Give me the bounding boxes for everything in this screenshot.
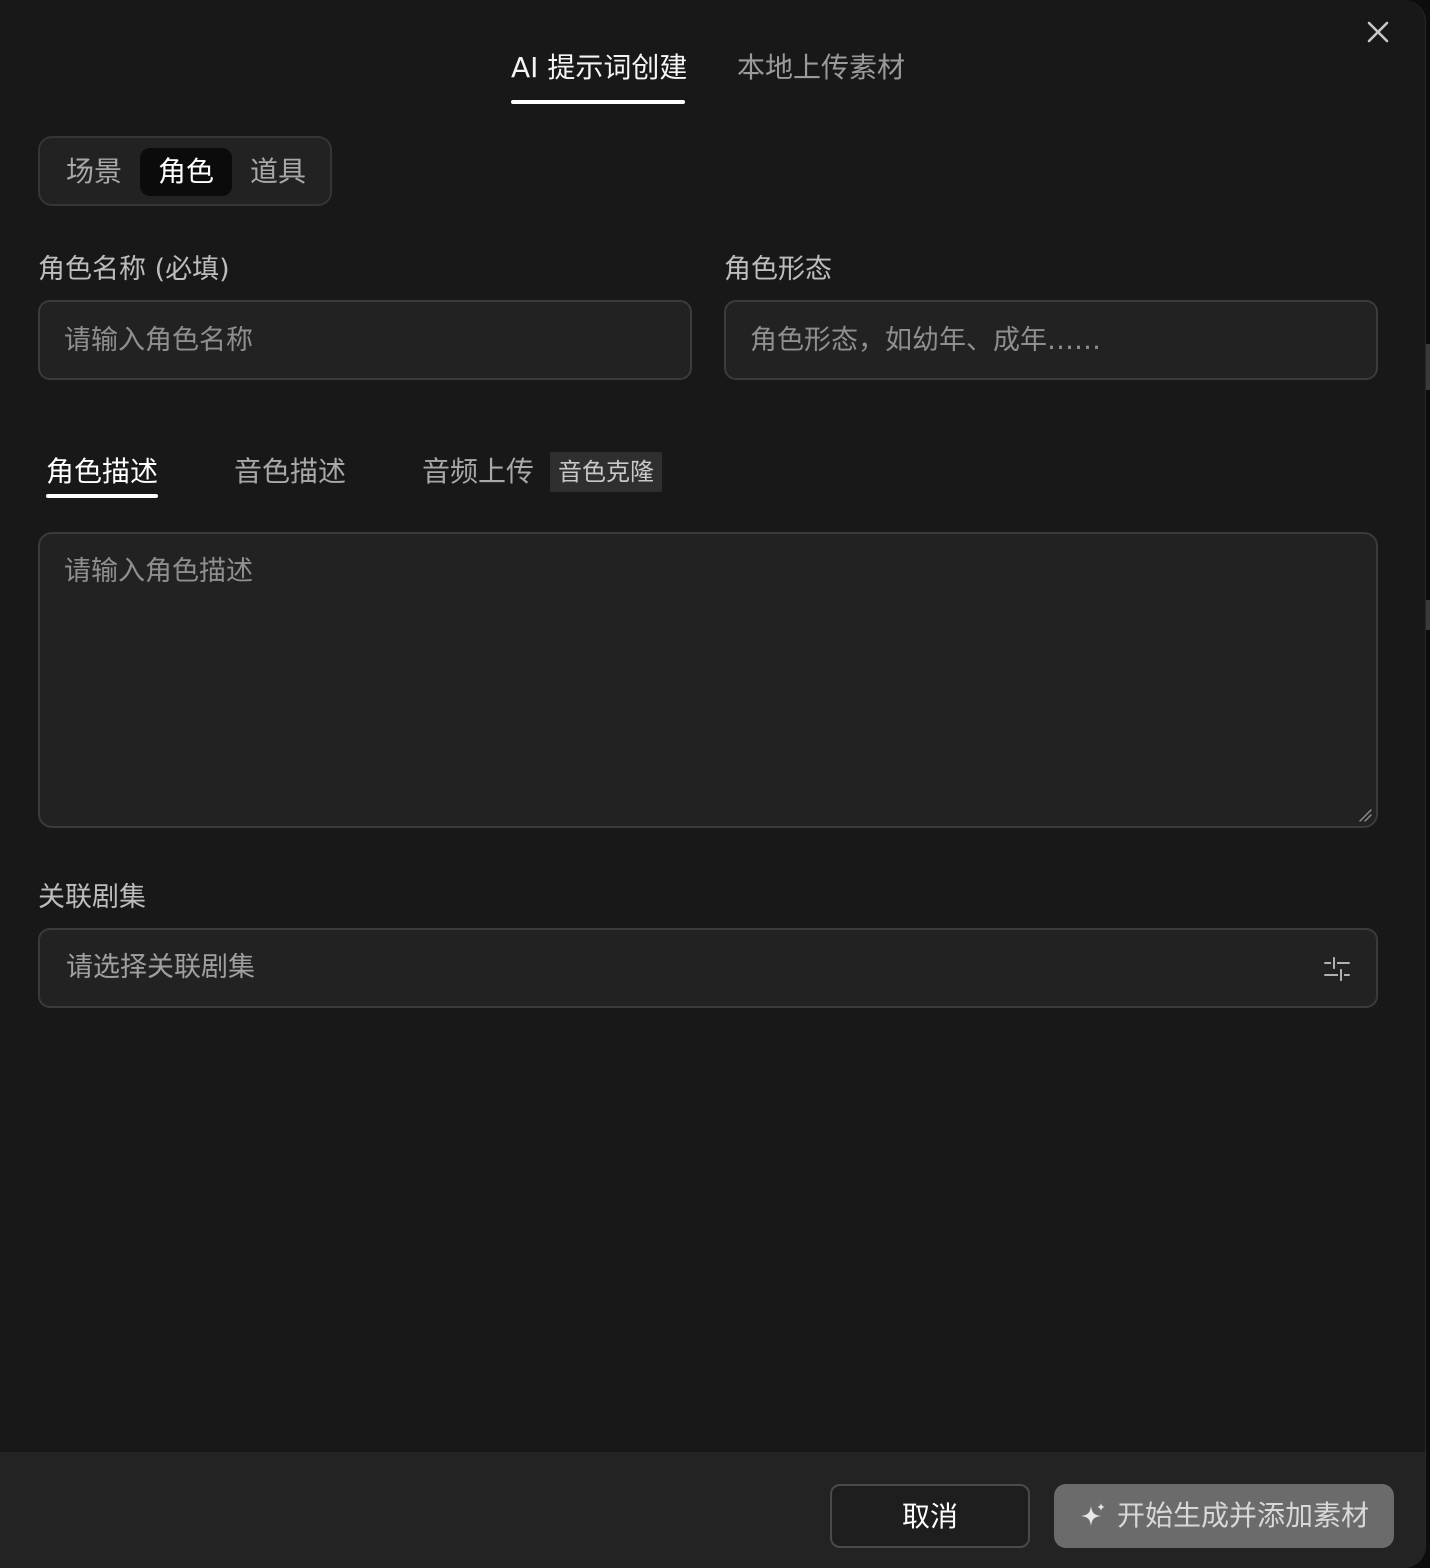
character-name-input[interactable] bbox=[64, 302, 666, 378]
filter-sliders-icon bbox=[1324, 957, 1350, 981]
generate-and-add-button[interactable]: 开始生成并添加素材 bbox=[1054, 1484, 1394, 1548]
tab-audio-upload[interactable]: 音频上传 bbox=[422, 452, 534, 492]
active-subtab-indicator bbox=[46, 494, 158, 498]
active-tab-indicator bbox=[511, 100, 685, 104]
segment-scene[interactable]: 场景 bbox=[48, 148, 140, 196]
dialog-footer: 取消 开始生成并添加素材 bbox=[0, 1452, 1425, 1568]
scrollbar-marker bbox=[1426, 344, 1430, 390]
character-name-field bbox=[38, 300, 692, 380]
create-asset-dialog: AI 提示词创建 本地上传素材 场景 角色 道具 角色名称 (必填) 角色形态 … bbox=[0, 0, 1426, 1568]
sparkle-icon bbox=[1080, 1503, 1105, 1526]
tab-character-description[interactable]: 角色描述 bbox=[46, 452, 158, 492]
character-name-label: 角色名称 (必填) bbox=[38, 254, 230, 285]
related-episodes-label: 关联剧集 bbox=[38, 882, 146, 913]
close-button[interactable] bbox=[1362, 16, 1394, 48]
category-segment: 场景 角色 道具 bbox=[38, 136, 332, 206]
scrollbar-marker bbox=[1426, 600, 1430, 630]
character-form-field bbox=[724, 300, 1378, 380]
character-form-label: 角色形态 bbox=[724, 254, 832, 285]
character-description-field bbox=[38, 532, 1378, 828]
related-episodes-select[interactable]: 请选择关联剧集 bbox=[38, 928, 1378, 1008]
cancel-button[interactable]: 取消 bbox=[830, 1484, 1030, 1548]
voice-clone-badge: 音色克隆 bbox=[550, 452, 662, 492]
generate-button-label: 开始生成并添加素材 bbox=[1116, 1499, 1369, 1532]
character-form-input[interactable] bbox=[750, 302, 1352, 378]
close-icon bbox=[1367, 21, 1389, 43]
tab-ai-prompt-create[interactable]: AI 提示词创建 bbox=[511, 48, 687, 88]
tab-voice-description[interactable]: 音色描述 bbox=[234, 452, 346, 492]
segment-prop[interactable]: 道具 bbox=[232, 148, 324, 196]
related-episodes-placeholder: 请选择关联剧集 bbox=[66, 952, 255, 983]
character-description-input[interactable] bbox=[64, 552, 1352, 808]
tab-local-upload[interactable]: 本地上传素材 bbox=[737, 48, 905, 88]
resize-handle-icon[interactable] bbox=[1358, 808, 1372, 822]
segment-character[interactable]: 角色 bbox=[140, 148, 232, 196]
